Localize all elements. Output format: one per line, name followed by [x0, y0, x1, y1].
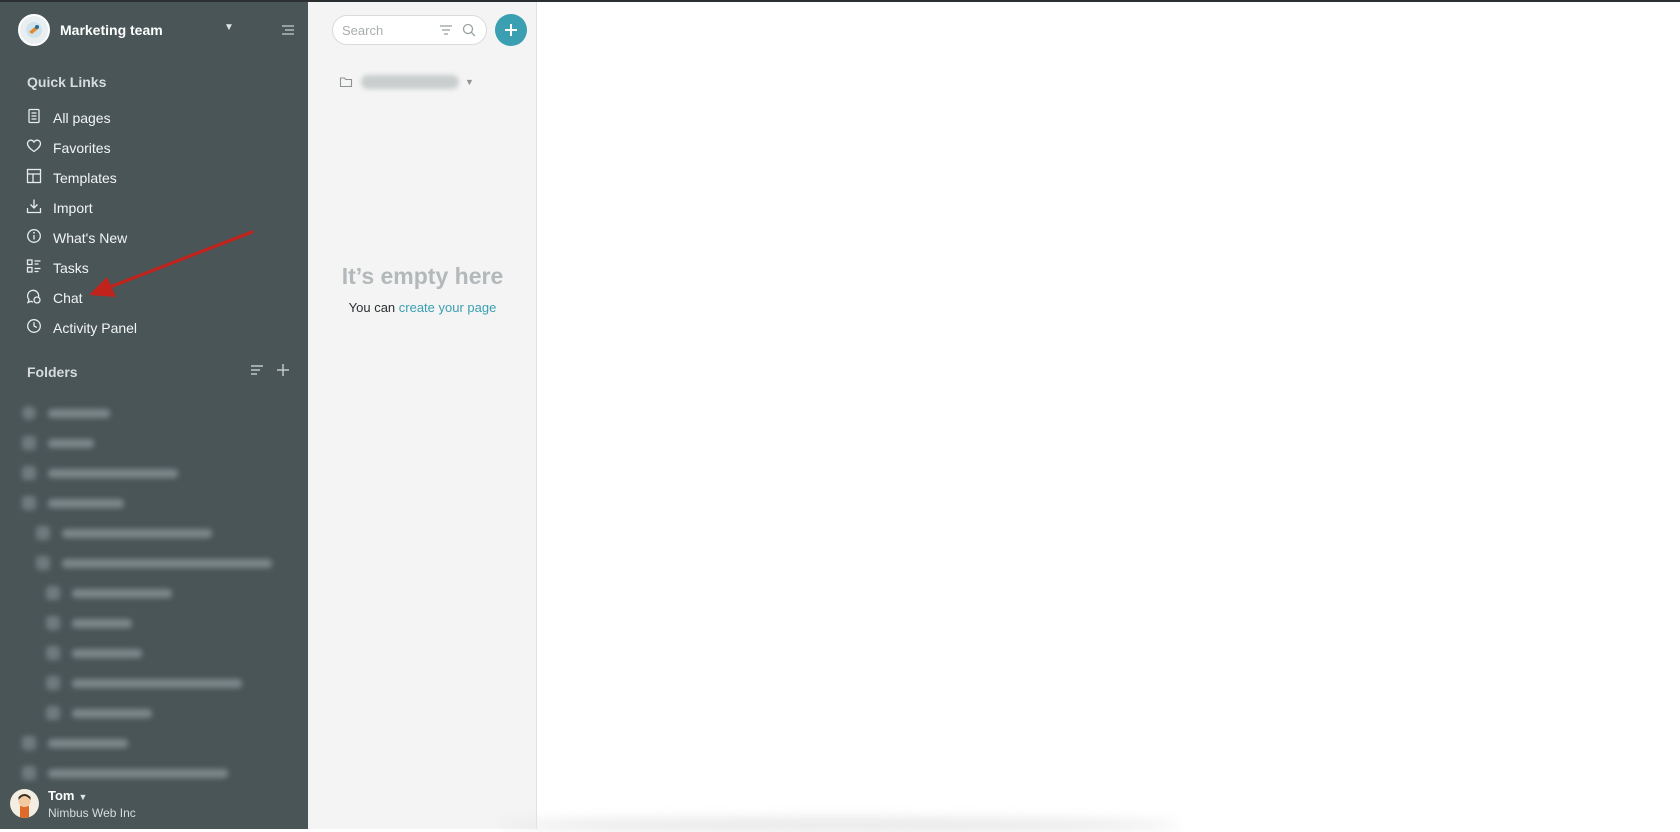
pages-panel: ▼ It’s empty here You can create your pa…: [308, 0, 537, 829]
folder-icon: [339, 75, 353, 89]
search-icon[interactable]: [461, 22, 477, 38]
user-dropdown-icon[interactable]: ▼: [78, 792, 87, 802]
sidebar-item-activity-panel[interactable]: Activity Panel: [26, 313, 296, 343]
folder-selector[interactable]: ▼: [339, 75, 474, 89]
page-icon: [26, 108, 42, 129]
folder-dropdown-icon[interactable]: ▼: [465, 77, 474, 87]
sidebar-item-favorites[interactable]: Favorites: [26, 133, 296, 163]
heart-icon: [26, 138, 42, 159]
folder-row: [22, 668, 292, 698]
folder-row: [22, 458, 292, 488]
add-folder-icon[interactable]: [275, 362, 291, 378]
tasks-icon: [26, 258, 42, 279]
folder-row: [22, 608, 292, 638]
folder-row: [22, 698, 292, 728]
sidebar-item-label: Favorites: [53, 140, 111, 156]
folders-actions: [249, 362, 291, 378]
folder-name-blurred: [361, 75, 459, 89]
sidebar-item-whats-new[interactable]: What's New: [26, 223, 296, 253]
user-name: Tom ▼: [48, 788, 87, 803]
empty-state-text: You can create your page: [308, 300, 537, 315]
folder-row: [22, 488, 292, 518]
collapse-sidebar-icon[interactable]: [278, 20, 298, 40]
sidebar-item-label: Templates: [53, 170, 117, 186]
window-top-border: [0, 0, 1680, 2]
clock-icon: [26, 318, 42, 339]
content-area: [537, 0, 1680, 829]
templates-icon: [26, 168, 42, 189]
plus-icon: [505, 24, 517, 36]
sidebar-item-chat[interactable]: Chat: [26, 283, 296, 313]
filter-icon[interactable]: [438, 22, 454, 38]
empty-state-title: It’s empty here: [341, 263, 504, 289]
empty-state-prefix: You can: [348, 300, 399, 315]
sidebar-item-tasks[interactable]: Tasks: [26, 253, 296, 283]
sidebar-item-label: Tasks: [53, 260, 89, 276]
avatar: [10, 789, 39, 818]
import-icon: [26, 198, 42, 219]
folders-title: Folders: [27, 364, 78, 380]
sidebar-item-label: What's New: [53, 230, 128, 246]
workspace-name: Marketing team: [60, 22, 163, 38]
sidebar-item-label: Import: [53, 200, 93, 216]
chat-icon: [26, 288, 42, 309]
sidebar-item-templates[interactable]: Templates: [26, 163, 296, 193]
user-name-text: Tom: [48, 788, 75, 803]
sidebar: Marketing team ▼ Quick Links All pages F…: [0, 0, 308, 829]
sort-icon[interactable]: [249, 362, 265, 378]
bottom-shadow: [500, 818, 1180, 832]
sidebar-item-label: Chat: [53, 290, 83, 306]
folder-row: [22, 518, 292, 548]
folder-row: [22, 578, 292, 608]
folder-list-blurred: [22, 398, 292, 788]
sidebar-item-label: All pages: [53, 110, 111, 126]
sidebar-item-all-pages[interactable]: All pages: [26, 103, 296, 133]
folder-row: [22, 398, 292, 428]
folder-row: [22, 428, 292, 458]
folder-row: [22, 728, 292, 758]
folder-row: [22, 758, 292, 788]
workspace-logo: [18, 14, 50, 46]
create-page-link[interactable]: create your page: [399, 300, 497, 315]
folder-row: [22, 548, 292, 578]
workspace-dropdown-icon[interactable]: ▼: [224, 22, 234, 33]
user-menu[interactable]: Tom ▼ Nimbus Web Inc: [10, 788, 300, 822]
user-organization: Nimbus Web Inc: [48, 806, 136, 820]
quick-links-list: All pages Favorites Templates Import Wha…: [26, 103, 296, 343]
workspace-switcher[interactable]: Marketing team ▼: [18, 14, 298, 46]
add-page-button[interactable]: [495, 14, 527, 46]
sidebar-item-label: Activity Panel: [53, 320, 138, 336]
quick-links-title: Quick Links: [27, 74, 107, 90]
info-icon: [26, 228, 42, 249]
folder-row: [22, 638, 292, 668]
sidebar-item-import[interactable]: Import: [26, 193, 296, 223]
